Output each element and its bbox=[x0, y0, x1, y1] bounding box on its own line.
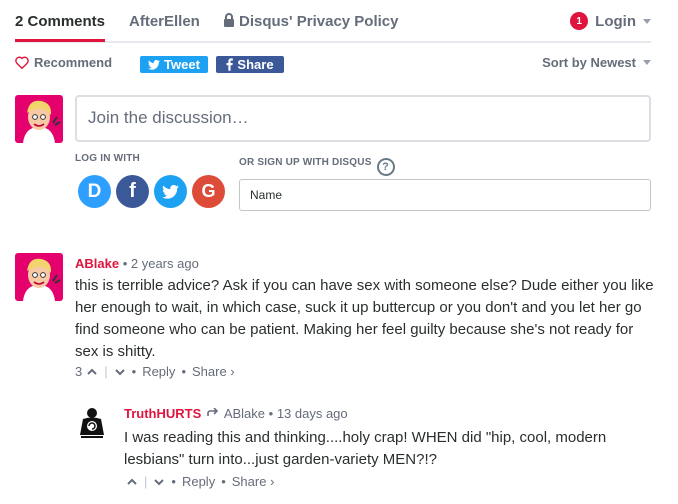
google-login-button[interactable]: G bbox=[192, 175, 225, 208]
twitter-bird-icon bbox=[148, 59, 161, 70]
chevron-down-icon[interactable] bbox=[114, 367, 126, 377]
comment-timestamp[interactable]: 2 years ago bbox=[131, 256, 199, 271]
comment-body: this is terrible advice? Ask if you can … bbox=[75, 277, 654, 360]
upvote-button[interactable]: 3 bbox=[75, 364, 98, 379]
tweet-button[interactable]: Tweet bbox=[140, 56, 208, 73]
separator-dot: • bbox=[131, 364, 137, 379]
sign-up-label: OR SIGN UP WITH DISQUS? bbox=[239, 157, 395, 176]
avatar[interactable] bbox=[75, 405, 109, 439]
log-in-with-label: LOG IN WITH bbox=[75, 153, 140, 164]
chevron-up-icon bbox=[87, 368, 97, 375]
name-field[interactable]: Name bbox=[239, 179, 651, 211]
top-nav: 2 Comments AfterEllen Disqus' Privacy Po… bbox=[15, 0, 651, 43]
share-link[interactable]: Share › bbox=[232, 474, 275, 489]
separator-dot: • bbox=[181, 364, 186, 379]
share-link[interactable]: Share › bbox=[192, 364, 235, 379]
vote-divider: | bbox=[144, 474, 148, 489]
twitter-bird-icon bbox=[162, 184, 179, 199]
comment-author[interactable]: TruthHURTS bbox=[124, 406, 201, 421]
reply-arrow-icon bbox=[207, 407, 219, 416]
chevron-down-icon bbox=[643, 18, 651, 24]
comment-header: ABlake • 2 years ago bbox=[75, 256, 199, 271]
privacy-policy-label: Disqus' Privacy Policy bbox=[239, 13, 399, 30]
comment-footer: 3 | • Reply • Share › bbox=[75, 364, 235, 379]
avatar[interactable] bbox=[15, 95, 63, 143]
google-icon: G bbox=[201, 181, 216, 201]
avatar[interactable] bbox=[15, 253, 63, 301]
comment-timestamp[interactable]: 13 days ago bbox=[277, 406, 348, 421]
upvote-button[interactable] bbox=[124, 477, 138, 487]
chevron-down-icon bbox=[643, 60, 651, 65]
avatar-image bbox=[15, 95, 63, 143]
sort-dropdown[interactable]: Sort by Newest bbox=[542, 55, 651, 70]
chevron-up-icon bbox=[127, 478, 137, 485]
avatar-image bbox=[15, 253, 63, 301]
facebook-login-button[interactable]: f bbox=[116, 175, 149, 208]
separator-dot: • bbox=[171, 474, 176, 489]
sort-label: Sort by Newest bbox=[542, 55, 636, 70]
heart-icon bbox=[15, 56, 29, 69]
reply-link[interactable]: Reply bbox=[142, 364, 175, 379]
notification-badge[interactable]: 1 bbox=[570, 12, 589, 30]
comment-footer: | • Reply • Share › bbox=[124, 474, 274, 489]
help-icon[interactable]: ? bbox=[376, 158, 395, 176]
comment-author[interactable]: ABlake bbox=[75, 256, 119, 271]
facebook-icon bbox=[226, 58, 234, 71]
tab-site[interactable]: AfterEllen bbox=[129, 13, 200, 30]
comment-input[interactable]: Join the discussion… bbox=[75, 95, 651, 142]
separator-dot: • bbox=[221, 474, 226, 489]
vote-divider: | bbox=[104, 364, 108, 379]
reply-to-author[interactable]: ABlake bbox=[224, 406, 265, 421]
separator-dot: • bbox=[268, 406, 277, 421]
active-tab-indicator bbox=[15, 39, 105, 42]
chevron-down-icon[interactable] bbox=[153, 477, 165, 487]
reply-link[interactable]: Reply bbox=[182, 474, 215, 489]
tab-privacy-policy[interactable]: Disqus' Privacy Policy bbox=[223, 13, 398, 30]
facebook-icon: f bbox=[129, 180, 136, 202]
share-label: Share bbox=[237, 57, 274, 72]
facebook-share-button[interactable]: Share bbox=[216, 56, 284, 73]
login-menu[interactable]: 1 Login bbox=[570, 12, 651, 30]
comment-body: I was reading this and thinking....holy … bbox=[124, 429, 607, 468]
disqus-icon: D bbox=[87, 180, 102, 202]
tweet-label: Tweet bbox=[164, 57, 200, 72]
lock-icon bbox=[224, 13, 234, 27]
comment-header: TruthHURTS ABlake • 13 days ago bbox=[124, 406, 348, 421]
twitter-login-button[interactable] bbox=[154, 175, 187, 208]
recommend-button[interactable]: Recommend bbox=[15, 55, 112, 70]
tab-comments[interactable]: 2 Comments bbox=[15, 13, 105, 30]
sign-up-text: OR SIGN UP WITH DISQUS bbox=[239, 157, 372, 168]
recommend-label: Recommend bbox=[34, 55, 113, 70]
vote-count: 3 bbox=[75, 364, 83, 379]
separator-dot: • bbox=[122, 256, 131, 271]
disqus-login-button[interactable]: D bbox=[78, 175, 111, 208]
avatar-image bbox=[75, 405, 109, 439]
login-label: Login bbox=[595, 12, 636, 30]
